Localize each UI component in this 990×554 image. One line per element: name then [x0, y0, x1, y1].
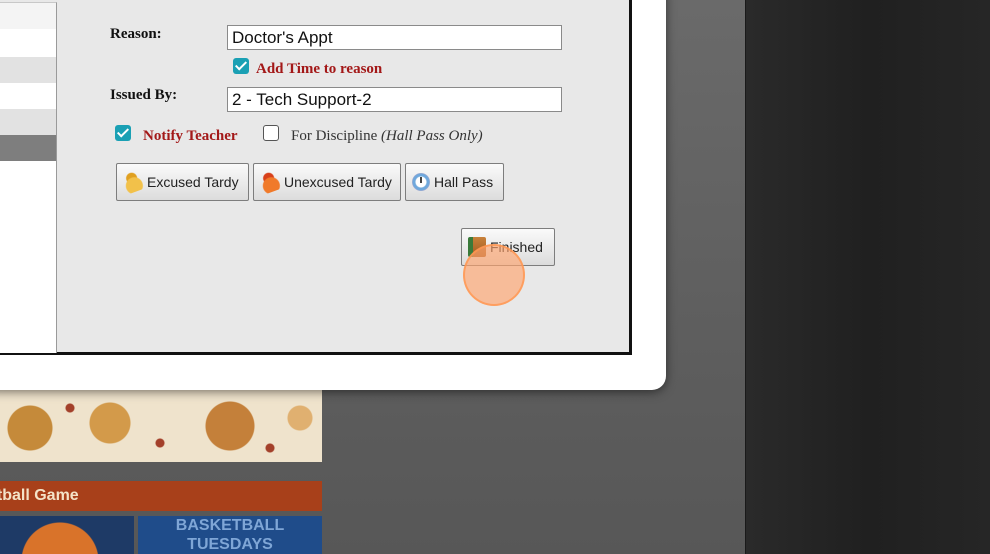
- reason-label: Reason:: [110, 26, 162, 42]
- finished-button[interactable]: Finished: [461, 228, 555, 266]
- orange-bell-icon: [257, 169, 283, 195]
- for-discipline-note: (Hall Pass Only): [381, 128, 483, 144]
- tardy-dialog: Reason: Doctor's Appt Add Time to reason…: [0, 0, 666, 390]
- clock-icon: [412, 173, 430, 191]
- dialog-body: Reason: Doctor's Appt Add Time to reason…: [0, 0, 632, 355]
- yellow-bell-icon: [120, 169, 146, 195]
- reason-input[interactable]: Doctor's Appt: [227, 25, 562, 50]
- student-list-pane[interactable]: [0, 2, 57, 353]
- notify-teacher-label[interactable]: Notify Teacher: [143, 128, 238, 145]
- excused-tardy-button[interactable]: Excused Tardy: [116, 163, 249, 201]
- basketball-promo-line1: BASKETBALL: [175, 517, 285, 534]
- notify-teacher-checkbox[interactable]: [115, 125, 131, 141]
- exit-door-icon: [468, 237, 486, 257]
- for-discipline-checkbox[interactable]: [263, 125, 279, 141]
- game-header-text: etball Game: [0, 487, 79, 504]
- list-row[interactable]: [0, 3, 56, 29]
- unexcused-tardy-button[interactable]: Unexcused Tardy: [253, 163, 401, 201]
- background-side-panel: [745, 0, 990, 554]
- basketball-promo-line2: TUESDAYS: [187, 536, 273, 553]
- list-row-selected[interactable]: [0, 135, 56, 161]
- issued-by-input[interactable]: 2 - Tech Support-2: [227, 87, 562, 112]
- list-row[interactable]: [0, 57, 56, 83]
- issued-by-label: Issued By:: [110, 87, 178, 103]
- for-discipline-label[interactable]: For Discipline (Hall Pass Only): [291, 128, 483, 145]
- finished-label: Finished: [490, 239, 543, 255]
- list-row[interactable]: [0, 109, 56, 135]
- for-discipline-text: For Discipline: [291, 128, 378, 144]
- add-time-checkbox[interactable]: [233, 58, 249, 74]
- game-header-bar[interactable]: etball Game: [0, 481, 322, 511]
- excused-tardy-label: Excused Tardy: [147, 174, 239, 190]
- hall-pass-label: Hall Pass: [434, 174, 494, 190]
- list-row[interactable]: [0, 83, 56, 109]
- basketball-promo[interactable]: BASKETBALL TUESDAYS: [138, 516, 322, 554]
- unexcused-tardy-label: Unexcused Tardy: [284, 174, 392, 190]
- add-time-label[interactable]: Add Time to reason: [256, 61, 382, 78]
- hall-pass-button[interactable]: Hall Pass: [405, 163, 504, 201]
- autumn-banner-image: [0, 388, 322, 462]
- basketball-image: [0, 516, 134, 554]
- list-row[interactable]: [0, 29, 56, 57]
